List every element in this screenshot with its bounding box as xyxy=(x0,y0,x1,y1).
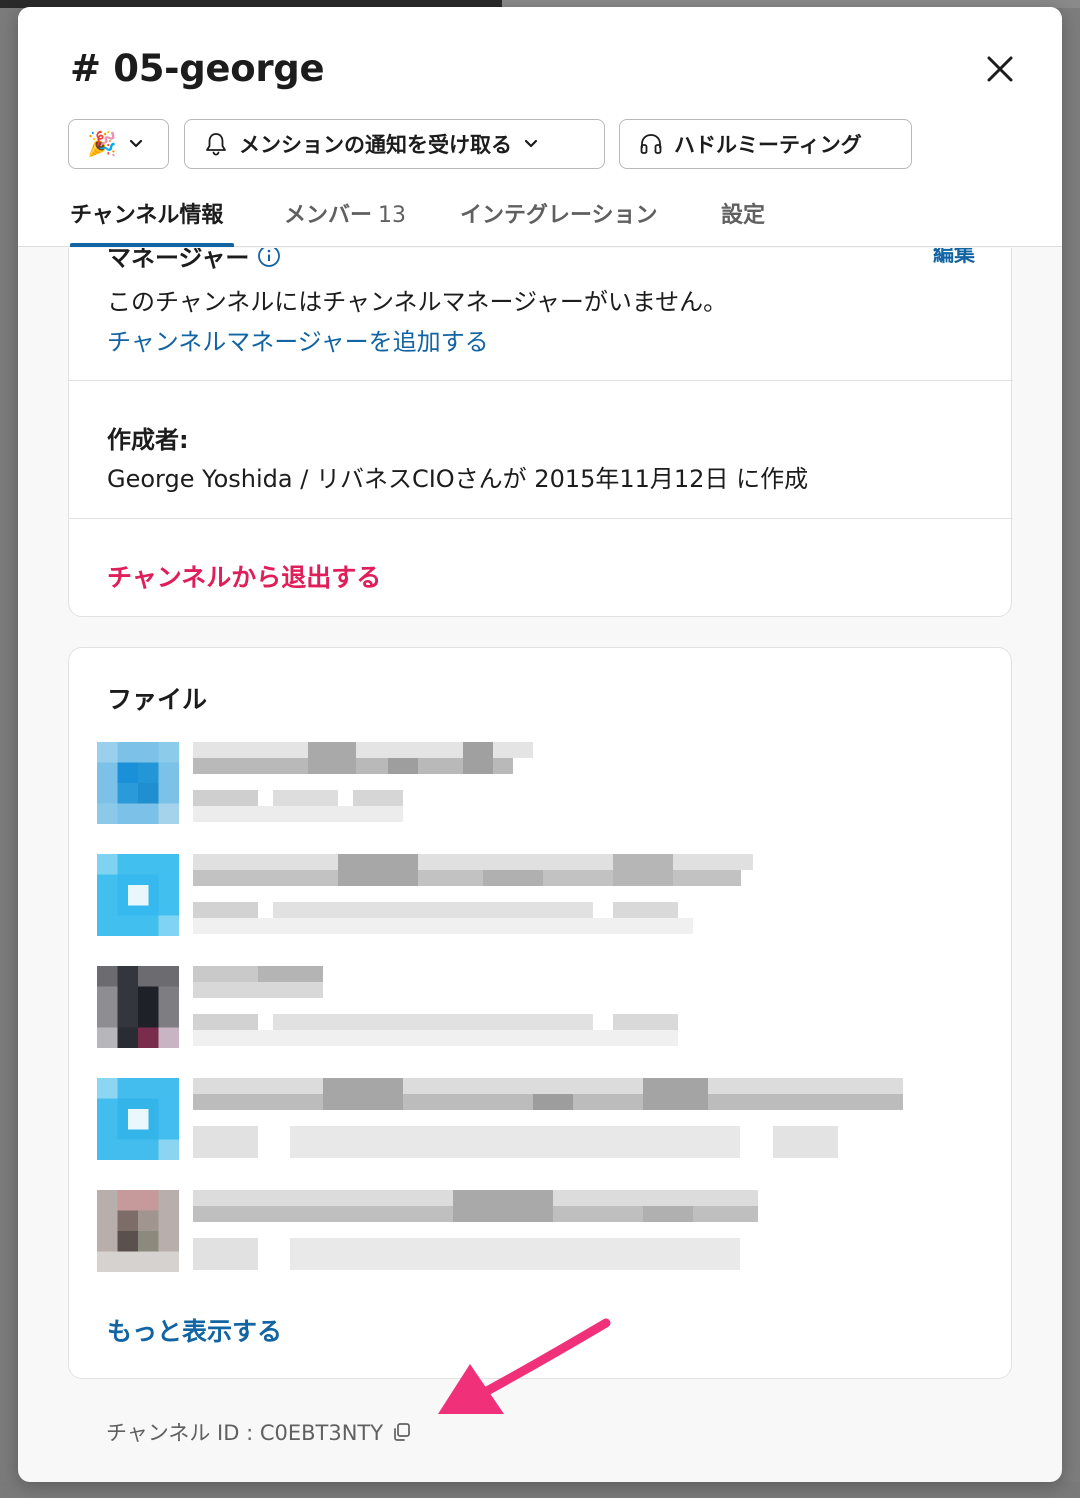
huddle-label: ハドルミーティング xyxy=(674,133,862,157)
channel-id-text: チャンネル ID : C0EBT3NTY xyxy=(106,1421,384,1445)
background-bottom-strip xyxy=(0,1482,1080,1498)
edit-managers-link[interactable]: 編集 xyxy=(933,248,975,268)
tab-label: 設定 xyxy=(721,203,766,228)
file-name-pixelated xyxy=(193,1078,903,1158)
active-tab-indicator xyxy=(70,243,234,247)
files-card: ファイル もっと表示する xyxy=(68,647,1012,1379)
tab-settings[interactable]: 設定 xyxy=(721,197,765,247)
section-divider xyxy=(69,380,1013,381)
file-name-pixelated xyxy=(193,966,678,1046)
file-thumbnail xyxy=(97,854,179,936)
emoji-status-button[interactable]: 🎉 xyxy=(68,119,169,169)
file-thumbnail xyxy=(97,742,179,824)
notification-label: メンションの通知を受け取る xyxy=(239,133,512,157)
info-icon[interactable] xyxy=(257,248,281,268)
tab-integrations[interactable]: インテグレーション xyxy=(460,197,658,247)
managers-heading-text: マネージャー xyxy=(107,248,250,272)
tab-members[interactable]: メンバー 13 xyxy=(284,197,406,247)
show-more-files-link[interactable]: もっと表示する xyxy=(107,1312,282,1348)
file-thumbnail xyxy=(97,966,179,1048)
tab-label: インテグレーション xyxy=(460,203,658,228)
background-right-column xyxy=(1062,8,1080,1498)
close-button[interactable] xyxy=(980,49,1020,89)
leave-channel-button[interactable]: チャンネルから退出する xyxy=(107,558,381,594)
notification-settings-button[interactable]: メンションの通知を受け取る xyxy=(184,119,605,169)
file-name-pixelated xyxy=(193,854,753,934)
chevron-down-icon xyxy=(524,139,538,148)
channel-title: # 05-george xyxy=(70,47,325,90)
channel-details-modal: # 05-george 🎉 メンションの通知を受け取る ハドルミーティング チャ… xyxy=(18,7,1062,1482)
party-popper-icon: 🎉 xyxy=(87,130,117,158)
files-heading: ファイル xyxy=(107,685,208,714)
file-name-pixelated xyxy=(193,1190,758,1270)
background-left-column xyxy=(0,8,18,1498)
managers-heading: マネージャー xyxy=(107,248,281,273)
close-icon xyxy=(987,56,1013,82)
chevron-down-icon xyxy=(129,139,142,148)
file-item[interactable] xyxy=(97,854,977,954)
member-count: 13 xyxy=(378,203,407,228)
file-item[interactable] xyxy=(97,966,977,1066)
modal-header: # 05-george 🎉 メンションの通知を受け取る ハドルミーティング チャ… xyxy=(18,7,1062,247)
channel-id-row: チャンネル ID : C0EBT3NTY xyxy=(106,1417,413,1447)
file-thumbnail xyxy=(97,1190,179,1272)
modal-body[interactable]: マネージャー 編集 このチャンネルにはチャンネルマネージャーがいません。 チャン… xyxy=(18,248,1062,1482)
file-name-pixelated xyxy=(193,742,533,822)
tab-label: メンバー xyxy=(284,203,373,228)
tab-label: チャンネル情報 xyxy=(70,203,224,228)
creator-text: George Yoshida / リバネスCIOさんが 2015年11月12日 … xyxy=(107,465,809,493)
huddle-button[interactable]: ハドルミーティング xyxy=(619,119,912,169)
file-item[interactable] xyxy=(97,1078,977,1178)
tab-channel-info[interactable]: チャンネル情報 xyxy=(70,197,223,247)
section-divider xyxy=(69,518,1013,519)
creator-label: 作成者: xyxy=(107,426,189,454)
bell-icon xyxy=(206,133,226,156)
file-item[interactable] xyxy=(97,742,977,842)
file-item[interactable] xyxy=(97,1190,977,1290)
copy-icon[interactable] xyxy=(391,1421,413,1443)
file-thumbnail xyxy=(97,1078,179,1160)
about-card: マネージャー 編集 このチャンネルにはチャンネルマネージャーがいません。 チャン… xyxy=(68,248,1013,617)
add-manager-link[interactable]: チャンネルマネージャーを追加する xyxy=(107,322,489,357)
tab-bar: チャンネル情報 メンバー 13 インテグレーション 設定 xyxy=(18,197,1062,247)
no-managers-text: このチャンネルにはチャンネルマネージャーがいません。 xyxy=(107,288,728,316)
headphones-icon xyxy=(640,134,662,154)
